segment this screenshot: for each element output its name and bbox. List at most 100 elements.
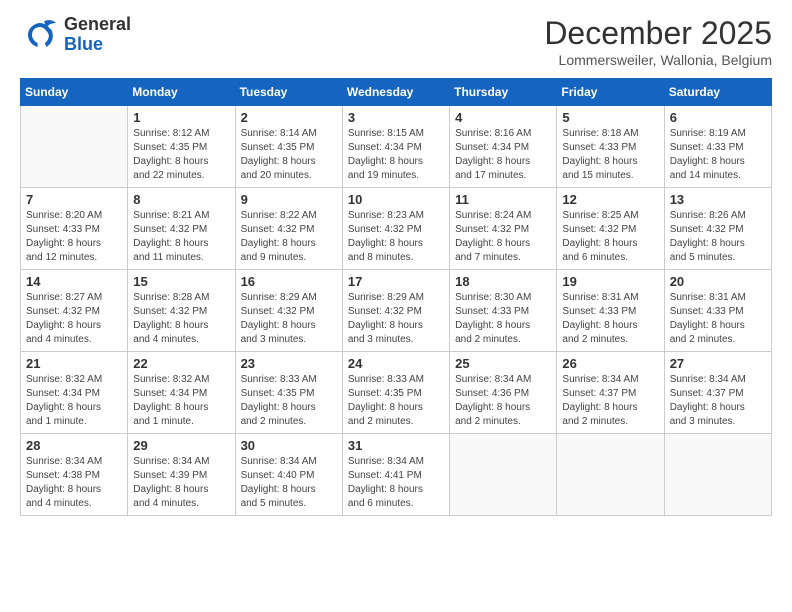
day-cell: 29 Sunrise: 8:34 AM Sunset: 4:39 PM Dayli… [128, 434, 235, 516]
day-cell [664, 434, 771, 516]
day-number: 3 [348, 110, 444, 125]
day-number: 17 [348, 274, 444, 289]
day-number: 30 [241, 438, 337, 453]
week-row-0: 1 Sunrise: 8:12 AM Sunset: 4:35 PM Daylig… [21, 106, 772, 188]
day-cell: 5Sunrise: 8:18 AM Sunset: 4:33 PM Daylig… [557, 106, 664, 188]
day-cell: 13 Sunrise: 8:26 AM Sunset: 4:32 PM Dayli… [664, 188, 771, 270]
day-cell: 3 Sunrise: 8:15 AM Sunset: 4:34 PM Daylig… [342, 106, 449, 188]
day-number: 7 [26, 192, 122, 207]
day-number: 24 [348, 356, 444, 371]
day-info: Sunrise: 8:15 AM Sunset: 4:34 PM Dayligh… [348, 127, 444, 183]
day-cell: 6Sunrise: 8:19 AM Sunset: 4:33 PM Daylig… [664, 106, 771, 188]
day-info: Sunrise: 8:31 AM Sunset: 4:33 PM Dayligh… [670, 291, 766, 347]
day-number: 21 [26, 356, 122, 371]
day-info: Sunrise: 8:34 AM Sunset: 4:36 PM Dayligh… [455, 373, 551, 429]
day-number: 1 [133, 110, 229, 125]
week-row-2: 14Sunrise: 8:27 AM Sunset: 4:32 PM Dayli… [21, 270, 772, 352]
day-cell: 1 Sunrise: 8:12 AM Sunset: 4:35 PM Daylig… [128, 106, 235, 188]
week-row-1: 7 Sunrise: 8:20 AM Sunset: 4:33 PM Daylig… [21, 188, 772, 270]
day-number: 16 [241, 274, 337, 289]
day-cell: 24 Sunrise: 8:33 AM Sunset: 4:35 PM Dayli… [342, 352, 449, 434]
day-cell [557, 434, 664, 516]
day-info: Sunrise: 8:16 AM Sunset: 4:34 PM Dayligh… [455, 127, 551, 183]
day-number: 11 [455, 192, 551, 207]
col-saturday: Saturday [664, 79, 771, 106]
logo-label: General Blue [64, 15, 131, 55]
day-info: Sunrise: 8:19 AM Sunset: 4:33 PM Dayligh… [670, 127, 766, 183]
day-number: 10 [348, 192, 444, 207]
day-info: Sunrise: 8:30 AM Sunset: 4:33 PM Dayligh… [455, 291, 551, 347]
day-cell: 11 Sunrise: 8:24 AM Sunset: 4:32 PM Dayli… [450, 188, 557, 270]
day-cell: 30Sunrise: 8:34 AM Sunset: 4:40 PM Dayli… [235, 434, 342, 516]
day-cell: 16 Sunrise: 8:29 AM Sunset: 4:32 PM Dayli… [235, 270, 342, 352]
day-info: Sunrise: 8:29 AM Sunset: 4:32 PM Dayligh… [348, 291, 444, 347]
day-info: Sunrise: 8:24 AM Sunset: 4:32 PM Dayligh… [455, 209, 551, 265]
day-number: 12 [562, 192, 658, 207]
col-sunday: Sunday [21, 79, 128, 106]
day-cell: 25 Sunrise: 8:34 AM Sunset: 4:36 PM Dayli… [450, 352, 557, 434]
title-section: December 2025 Lommersweiler, Wallonia, B… [544, 15, 772, 68]
day-cell: 20 Sunrise: 8:31 AM Sunset: 4:33 PM Dayli… [664, 270, 771, 352]
day-cell: 31 Sunrise: 8:34 AM Sunset: 4:41 PM Dayli… [342, 434, 449, 516]
day-info: Sunrise: 8:12 AM Sunset: 4:35 PM Dayligh… [133, 127, 229, 183]
day-number: 4 [455, 110, 551, 125]
day-info: Sunrise: 8:31 AM Sunset: 4:33 PM Dayligh… [562, 291, 658, 347]
day-cell [450, 434, 557, 516]
logo-icon [20, 15, 60, 55]
day-info: Sunrise: 8:14 AM Sunset: 4:35 PM Dayligh… [241, 127, 337, 183]
day-number: 18 [455, 274, 551, 289]
calendar: Sunday Monday Tuesday Wednesday Thursday… [20, 78, 772, 516]
day-info: Sunrise: 8:28 AM Sunset: 4:32 PM Dayligh… [133, 291, 229, 347]
day-info: Sunrise: 8:29 AM Sunset: 4:32 PM Dayligh… [241, 291, 337, 347]
day-cell: 26 Sunrise: 8:34 AM Sunset: 4:37 PM Dayli… [557, 352, 664, 434]
col-wednesday: Wednesday [342, 79, 449, 106]
day-info: Sunrise: 8:33 AM Sunset: 4:35 PM Dayligh… [348, 373, 444, 429]
calendar-body: 1 Sunrise: 8:12 AM Sunset: 4:35 PM Daylig… [21, 106, 772, 516]
day-cell: 9 Sunrise: 8:22 AM Sunset: 4:32 PM Daylig… [235, 188, 342, 270]
day-cell: 7 Sunrise: 8:20 AM Sunset: 4:33 PM Daylig… [21, 188, 128, 270]
day-number: 20 [670, 274, 766, 289]
day-number: 13 [670, 192, 766, 207]
day-number: 27 [670, 356, 766, 371]
day-info: Sunrise: 8:26 AM Sunset: 4:32 PM Dayligh… [670, 209, 766, 265]
day-info: Sunrise: 8:20 AM Sunset: 4:33 PM Dayligh… [26, 209, 122, 265]
col-friday: Friday [557, 79, 664, 106]
day-info: Sunrise: 8:32 AM Sunset: 4:34 PM Dayligh… [26, 373, 122, 429]
day-info: Sunrise: 8:34 AM Sunset: 4:39 PM Dayligh… [133, 455, 229, 511]
day-cell: 17 Sunrise: 8:29 AM Sunset: 4:32 PM Dayli… [342, 270, 449, 352]
day-cell: 4 Sunrise: 8:16 AM Sunset: 4:34 PM Daylig… [450, 106, 557, 188]
col-monday: Monday [128, 79, 235, 106]
location: Lommersweiler, Wallonia, Belgium [544, 52, 772, 68]
day-cell: 18 Sunrise: 8:30 AM Sunset: 4:33 PM Dayli… [450, 270, 557, 352]
day-number: 29 [133, 438, 229, 453]
month-title: December 2025 [544, 15, 772, 52]
day-number: 15 [133, 274, 229, 289]
day-number: 25 [455, 356, 551, 371]
day-info: Sunrise: 8:18 AM Sunset: 4:33 PM Dayligh… [562, 127, 658, 183]
day-info: Sunrise: 8:22 AM Sunset: 4:32 PM Dayligh… [241, 209, 337, 265]
day-cell: 27 Sunrise: 8:34 AM Sunset: 4:37 PM Dayli… [664, 352, 771, 434]
header-row: Sunday Monday Tuesday Wednesday Thursday… [21, 79, 772, 106]
day-info: Sunrise: 8:34 AM Sunset: 4:41 PM Dayligh… [348, 455, 444, 511]
logo-blue-text: Blue [64, 35, 131, 55]
week-row-3: 21 Sunrise: 8:32 AM Sunset: 4:34 PM Dayli… [21, 352, 772, 434]
day-number: 23 [241, 356, 337, 371]
day-cell: 15 Sunrise: 8:28 AM Sunset: 4:32 PM Dayli… [128, 270, 235, 352]
day-info: Sunrise: 8:34 AM Sunset: 4:37 PM Dayligh… [670, 373, 766, 429]
day-info: Sunrise: 8:25 AM Sunset: 4:32 PM Dayligh… [562, 209, 658, 265]
day-number: 31 [348, 438, 444, 453]
week-row-4: 28Sunrise: 8:34 AM Sunset: 4:38 PM Dayli… [21, 434, 772, 516]
day-number: 19 [562, 274, 658, 289]
day-cell: 19 Sunrise: 8:31 AM Sunset: 4:33 PM Dayli… [557, 270, 664, 352]
day-info: Sunrise: 8:21 AM Sunset: 4:32 PM Dayligh… [133, 209, 229, 265]
day-cell: 22Sunrise: 8:32 AM Sunset: 4:34 PM Dayli… [128, 352, 235, 434]
day-cell: 21 Sunrise: 8:32 AM Sunset: 4:34 PM Dayli… [21, 352, 128, 434]
day-cell: 12 Sunrise: 8:25 AM Sunset: 4:32 PM Dayli… [557, 188, 664, 270]
day-number: 14 [26, 274, 122, 289]
day-info: Sunrise: 8:34 AM Sunset: 4:37 PM Dayligh… [562, 373, 658, 429]
day-number: 28 [26, 438, 122, 453]
header: General Blue December 2025 Lommersweiler… [20, 15, 772, 68]
col-tuesday: Tuesday [235, 79, 342, 106]
day-number: 9 [241, 192, 337, 207]
day-number: 26 [562, 356, 658, 371]
